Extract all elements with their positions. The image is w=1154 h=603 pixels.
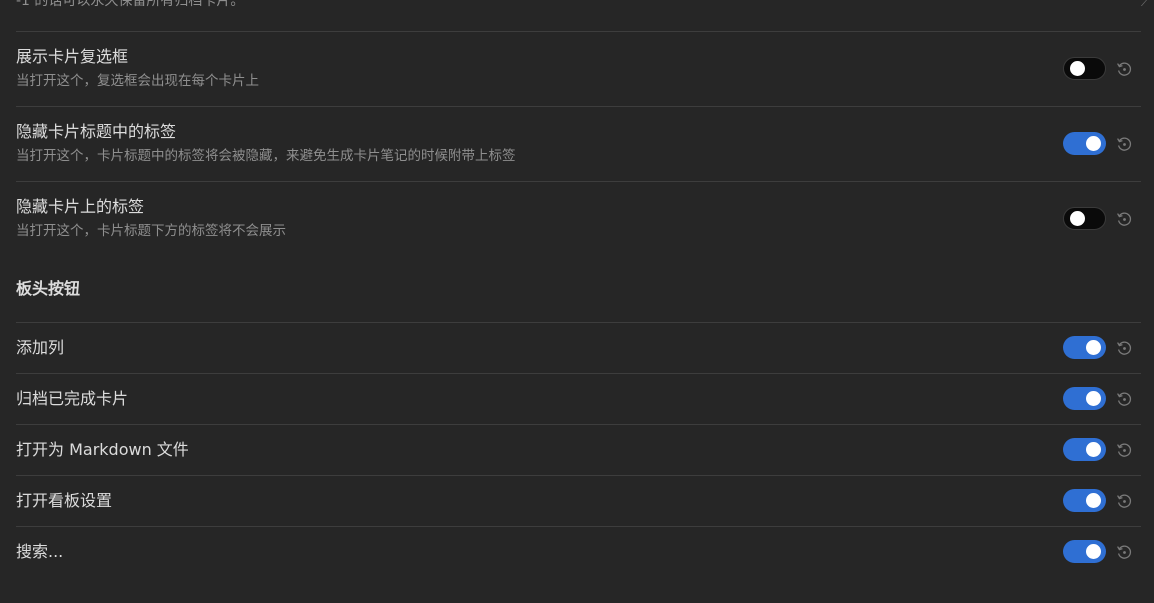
setting-title-add-list: 添加列: [16, 338, 65, 357]
toggle-knob: [1086, 493, 1101, 508]
reset-icon[interactable]: [1116, 544, 1132, 560]
setting-title-archive-completed: 归档已完成卡片: [16, 389, 129, 408]
toggle-knob: [1086, 442, 1101, 457]
setting-title-hide-tags-in-title: 隐藏卡片标题中的标签: [16, 122, 177, 141]
toggle-knob: [1086, 340, 1101, 355]
divider: [16, 106, 1141, 107]
divider: [16, 322, 1141, 323]
divider: [16, 373, 1141, 374]
divider: [16, 31, 1141, 32]
setting-title-show-checkboxes: 展示卡片复选框: [16, 47, 129, 66]
toggle-add-list[interactable]: [1063, 336, 1106, 359]
settings-page: -1 的话可以永久保留所有归档卡片。 ⟋ 展示卡片复选框 当打开这个，复选框会出…: [0, 0, 1154, 603]
toggle-knob: [1086, 391, 1101, 406]
toggle-archive-completed[interactable]: [1063, 387, 1106, 410]
reset-icon[interactable]: [1116, 61, 1132, 77]
setting-desc-hide-tags-on-card: 当打开这个，卡片标题下方的标签将不会展示: [16, 223, 286, 239]
divider: [16, 475, 1141, 476]
toggle-knob: [1070, 61, 1085, 76]
toggle-knob: [1086, 544, 1101, 559]
toggle-knob: [1070, 211, 1085, 226]
setting-desc-show-checkboxes: 当打开这个，复选框会出现在每个卡片上: [16, 73, 259, 89]
setting-title-open-board-settings: 打开看板设置: [16, 491, 113, 510]
toggle-show-checkboxes[interactable]: [1063, 57, 1106, 80]
corner-mark-icon: ⟋: [1140, 0, 1150, 10]
toggle-knob: [1086, 136, 1101, 151]
toggle-hide-tags-in-title[interactable]: [1063, 132, 1106, 155]
reset-icon[interactable]: [1116, 340, 1132, 356]
previous-setting-description: -1 的话可以永久保留所有归档卡片。: [16, 0, 245, 9]
reset-icon[interactable]: [1116, 442, 1132, 458]
toggle-hide-tags-on-card[interactable]: [1063, 207, 1106, 230]
toggle-open-board-settings[interactable]: [1063, 489, 1106, 512]
divider: [16, 424, 1141, 425]
toggle-open-as-markdown[interactable]: [1063, 438, 1106, 461]
setting-desc-hide-tags-in-title: 当打开这个，卡片标题中的标签将会被隐藏，来避免生成卡片笔记的时候附带上标签: [16, 148, 516, 164]
divider: [16, 526, 1141, 527]
divider: [16, 181, 1141, 182]
reset-icon[interactable]: [1116, 136, 1132, 152]
setting-title-open-as-markdown: 打开为 Markdown 文件: [16, 440, 189, 459]
reset-icon[interactable]: [1116, 493, 1132, 509]
setting-title-hide-tags-on-card: 隐藏卡片上的标签: [16, 197, 145, 216]
setting-title-search: 搜索...: [16, 542, 64, 561]
toggle-search[interactable]: [1063, 540, 1106, 563]
reset-icon[interactable]: [1116, 391, 1132, 407]
section-heading-board-header-buttons: 板头按钮: [16, 279, 81, 298]
reset-icon[interactable]: [1116, 211, 1132, 227]
